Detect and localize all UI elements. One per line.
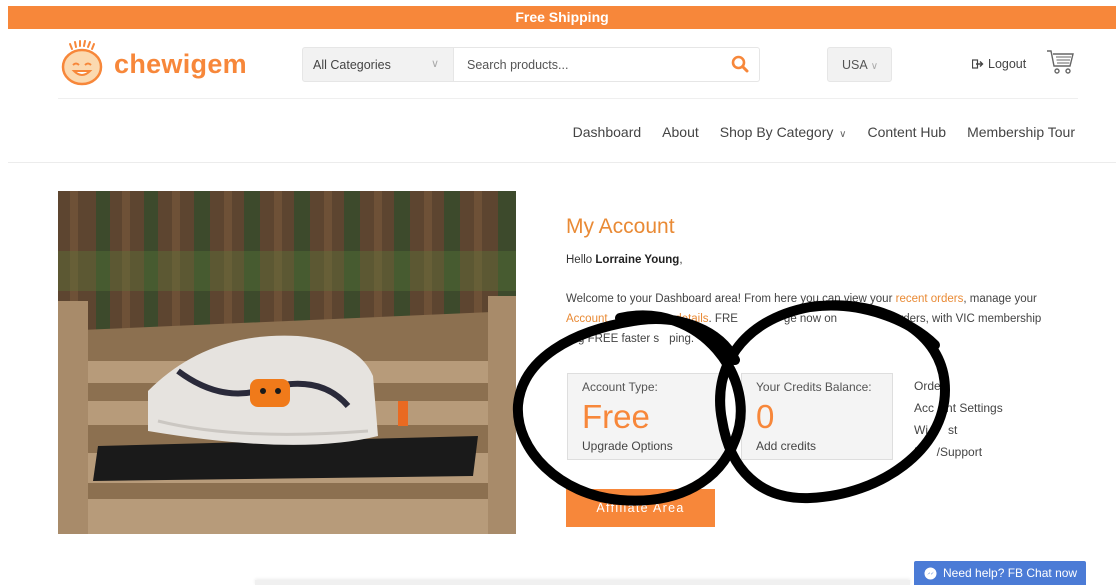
account-link-fragment[interactable]: Account	[566, 313, 608, 325]
account-hero-photo	[58, 191, 516, 534]
country-select[interactable]: USA ∨	[827, 47, 892, 82]
welcome-text-part: , manage your	[963, 293, 1037, 305]
greeting: Hello Lorraine Young,	[566, 254, 683, 266]
cart-icon[interactable]	[1045, 48, 1075, 81]
fb-chat-label: Need help? FB Chat now	[943, 566, 1078, 580]
side-link-text: Acc	[914, 401, 935, 415]
side-link-help-support[interactable]: H/Support	[914, 441, 1003, 463]
nav-item-about[interactable]: About	[662, 124, 699, 140]
bottom-overlay-edge	[255, 580, 910, 585]
welcome-text-part: ping.	[669, 333, 695, 345]
logout-icon	[972, 59, 984, 69]
account-type-label: Account Type:	[582, 380, 658, 394]
main-nav: Dashboard About Shop By Category ∨ Conte…	[573, 124, 1075, 140]
welcome-text: Welcome to your Dashboard area! From her…	[566, 289, 1066, 349]
side-link-text: /Support	[936, 445, 983, 459]
chevron-down-icon: ∨	[836, 129, 847, 140]
recent-orders-link[interactable]: recent orders	[896, 293, 964, 305]
chevron-down-icon: ∨	[870, 61, 879, 72]
side-link-text: Orde	[914, 379, 941, 393]
logo-text: chewigem	[114, 48, 247, 79]
category-select[interactable]: All Categories ∨	[302, 47, 454, 82]
greeting-prefix: Hello	[566, 254, 596, 266]
affiliate-area-button[interactable]: Affiliate Area	[566, 489, 715, 527]
site-logo[interactable]: chewigem	[58, 40, 247, 88]
search-input[interactable]	[454, 48, 714, 81]
side-link-wishlist[interactable]: Wi st	[914, 419, 1003, 441]
address-link-fragment[interactable]: ddress details	[638, 313, 709, 325]
side-link-account-settings[interactable]: Acc nt Settings	[914, 397, 1003, 419]
nav-divider	[8, 162, 1116, 163]
page-title: My Account	[566, 215, 675, 238]
chewigem-face-logo-icon	[61, 40, 103, 86]
search-bar[interactable]	[454, 47, 760, 82]
upgrade-options-link[interactable]: Upgrade Options	[582, 439, 673, 453]
nav-item-content-hub[interactable]: Content Hub	[867, 124, 946, 140]
credits-balance-value: 0	[756, 398, 775, 435]
side-link-text: H	[914, 445, 923, 459]
side-link-orders[interactable]: Orde	[914, 375, 1003, 397]
nav-item-membership-tour[interactable]: Membership Tour	[967, 124, 1075, 140]
side-link-text: nt Settings	[946, 401, 1003, 415]
header-divider	[58, 98, 1078, 99]
user-name: Lorraine Young	[595, 254, 680, 266]
fb-chat-button[interactable]: Need help? FB Chat now	[914, 561, 1086, 585]
nav-item-shop-by-category[interactable]: Shop By Category ∨	[720, 124, 847, 140]
country-select-value: USA	[842, 58, 868, 72]
search-icon[interactable]	[731, 55, 749, 78]
nav-item-dashboard[interactable]: Dashboard	[573, 124, 642, 140]
side-link-text: st	[948, 423, 958, 437]
account-side-menu: Orde Acc nt Settings Wi st H/Support	[914, 375, 1003, 463]
account-type-card: Account Type: Free Upgrade Options	[567, 373, 726, 460]
chevron-down-icon: ∨	[430, 58, 439, 70]
credits-balance-label: Your Credits Balance:	[756, 380, 872, 394]
category-select-value: All Categories	[313, 58, 391, 72]
credits-balance-card: Your Credits Balance: 0 Add credits	[741, 373, 893, 460]
logout-label: Logout	[988, 57, 1027, 71]
account-type-value: Free	[582, 398, 650, 435]
welcome-text-part: g FREE faster s	[578, 333, 660, 345]
side-link-text: Wi	[914, 423, 928, 437]
messenger-icon	[924, 567, 937, 579]
add-credits-link[interactable]: Add credits	[756, 439, 816, 453]
greeting-suffix: ,	[679, 254, 683, 266]
nav-item-label: Shop By Category	[719, 124, 834, 140]
welcome-text-part: ge now on	[783, 313, 837, 325]
promo-banner: Free Shipping	[8, 6, 1116, 29]
welcome-text-part: orders, with VIC membership	[893, 313, 1042, 325]
welcome-text-part: Welcome to your Dashboard area! From her…	[566, 293, 896, 305]
welcome-text-part: . FRE	[708, 313, 738, 325]
logout-link[interactable]: Logout	[972, 57, 1026, 71]
